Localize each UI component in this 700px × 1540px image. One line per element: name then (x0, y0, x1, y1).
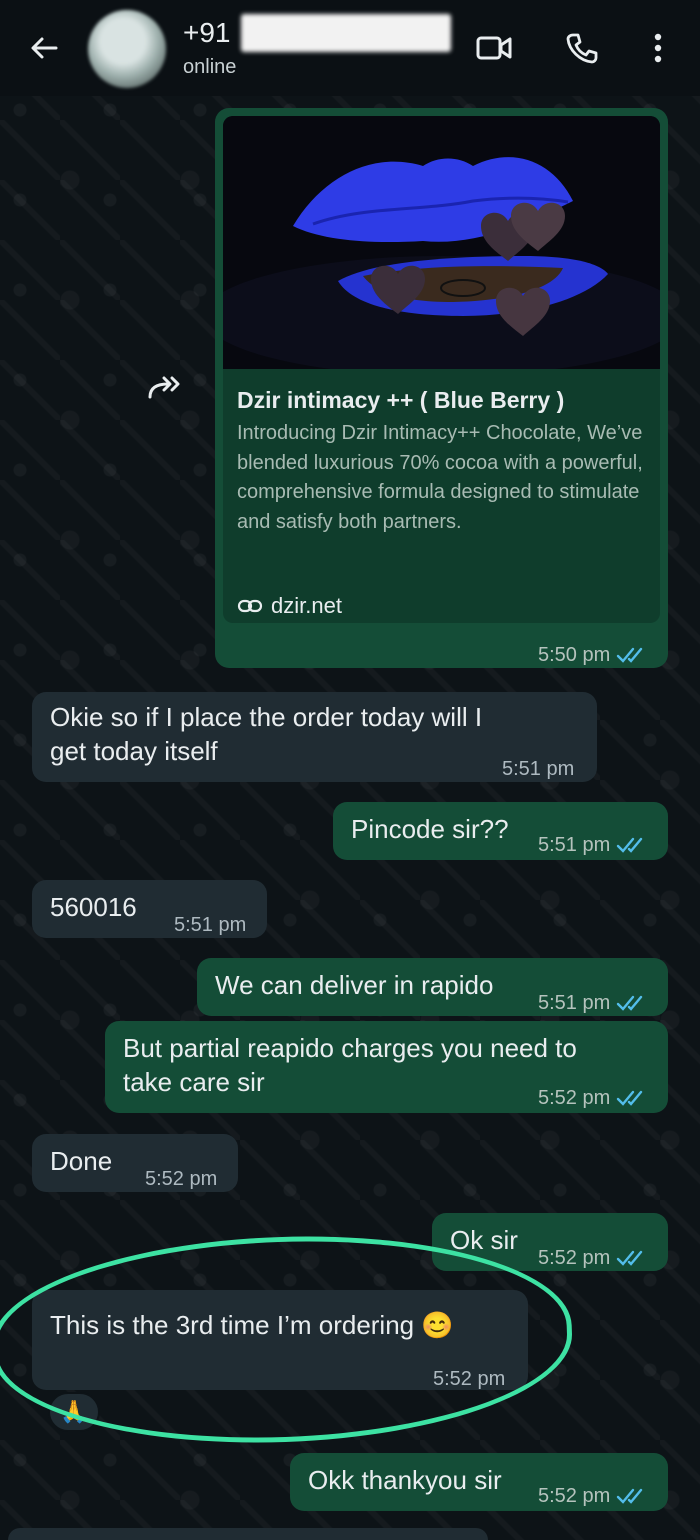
partial-message-bubble (8, 1528, 488, 1540)
message-time: 5:51 pm (538, 828, 648, 862)
message-bubble-incoming[interactable]: Okie so if I place the order today will … (32, 692, 597, 782)
double-check-icon (617, 647, 643, 663)
double-check-icon (617, 1250, 643, 1266)
time-text: 5:50 pm (538, 644, 611, 666)
message-reaction[interactable]: 🙏 (48, 1392, 100, 1432)
product-image-graphic (223, 116, 660, 369)
message-time: 5:52 pm (433, 1368, 506, 1390)
redacted-number (240, 14, 451, 52)
chat-header: +91 online (0, 0, 700, 96)
message-time: 5:50 pm (538, 638, 648, 672)
message-bubble-outgoing[interactable]: Okk thankyou sir 5:52 pm (290, 1453, 668, 1511)
video-call-icon (476, 36, 512, 60)
message-bubble-incoming[interactable]: 560016 5:51 pm (32, 880, 267, 938)
link-preview-title: Dzir intimacy ++ ( Blue Berry ) (237, 387, 565, 413)
message-text: Done (50, 1146, 113, 1176)
contact-name[interactable]: +91 (183, 14, 451, 52)
message-time: 5:51 pm (174, 914, 247, 936)
message-bubble-outgoing[interactable]: But partial reapido charges you need to … (105, 1021, 668, 1113)
message-time: 5:51 pm (538, 986, 648, 1020)
time-text: 5:51 pm (538, 834, 611, 856)
double-check-icon (617, 837, 643, 853)
forward-icon (148, 376, 180, 399)
forward-button[interactable] (144, 366, 188, 410)
contact-status: online (183, 56, 237, 78)
message-time: 5:52 pm (538, 1241, 648, 1275)
double-check-icon (617, 1090, 643, 1106)
message-text: 560016 (50, 892, 137, 922)
link-icon (237, 599, 263, 613)
message-text: We can deliver in rapido (215, 970, 494, 1000)
time-text: 5:52 pm (538, 1247, 611, 1269)
message-line: get today itself (50, 736, 218, 766)
message-text: Ok sir (450, 1225, 518, 1255)
link-preview-details: Dzir intimacy ++ ( Blue Berry ) Introduc… (223, 369, 660, 623)
message-line: But partial reapido charges you need to (123, 1033, 577, 1063)
link-preview-description: Introducing Dzir Intimacy++ Chocolate, W… (237, 422, 643, 533)
double-check-icon (617, 1488, 643, 1504)
message-time: 5:51 pm (502, 758, 575, 780)
double-check-icon (617, 995, 643, 1011)
message-bubble-incoming[interactable]: This is the 3rd time I’m ordering 😊 5:52… (32, 1290, 528, 1390)
message-time: 5:52 pm (538, 1081, 648, 1115)
time-text: 5:52 pm (538, 1485, 611, 1507)
more-options-button[interactable] (636, 26, 680, 70)
message-bubble-outgoing[interactable]: Pincode sir?? 5:51 pm (333, 802, 668, 860)
back-button[interactable] (22, 28, 66, 68)
message-text: But partial reapido charges you need to … (123, 1031, 577, 1099)
reaction-emoji: 🙏 (60, 1399, 88, 1424)
link-preview-message[interactable]: Dzir intimacy ++ ( Blue Berry ) Introduc… (215, 108, 668, 668)
message-text: This is the 3rd time I’m ordering 😊 (50, 1310, 454, 1340)
contact-avatar[interactable] (88, 10, 166, 88)
message-text: Pincode sir?? (351, 814, 509, 844)
message-text: Okie so if I place the order today will … (50, 700, 482, 768)
message-bubble-incoming[interactable]: Done 5:52 pm (32, 1134, 238, 1192)
time-text: 5:52 pm (538, 1087, 611, 1109)
message-text: Okk thankyou sir (308, 1465, 502, 1495)
link-url-text: dzir.net (271, 593, 342, 618)
video-call-button[interactable] (472, 26, 516, 70)
time-text: 5:51 pm (538, 992, 611, 1014)
message-bubble-outgoing[interactable]: We can deliver in rapido 5:51 pm (197, 958, 668, 1016)
message-line: Okie so if I place the order today will … (50, 702, 483, 732)
message-line: take care sir (123, 1067, 265, 1097)
contact-number-prefix: +91 (183, 17, 231, 48)
message-time: 5:52 pm (145, 1168, 218, 1190)
more-vert-icon (654, 33, 662, 63)
link-preview-url[interactable]: dzir.net (237, 589, 342, 623)
message-time: 5:52 pm (538, 1479, 648, 1513)
message-bubble-outgoing[interactable]: Ok sir 5:52 pm (432, 1213, 668, 1271)
product-image[interactable] (223, 116, 660, 369)
phone-icon (566, 33, 598, 64)
back-arrow-icon (31, 37, 58, 59)
voice-call-button[interactable] (560, 26, 604, 70)
